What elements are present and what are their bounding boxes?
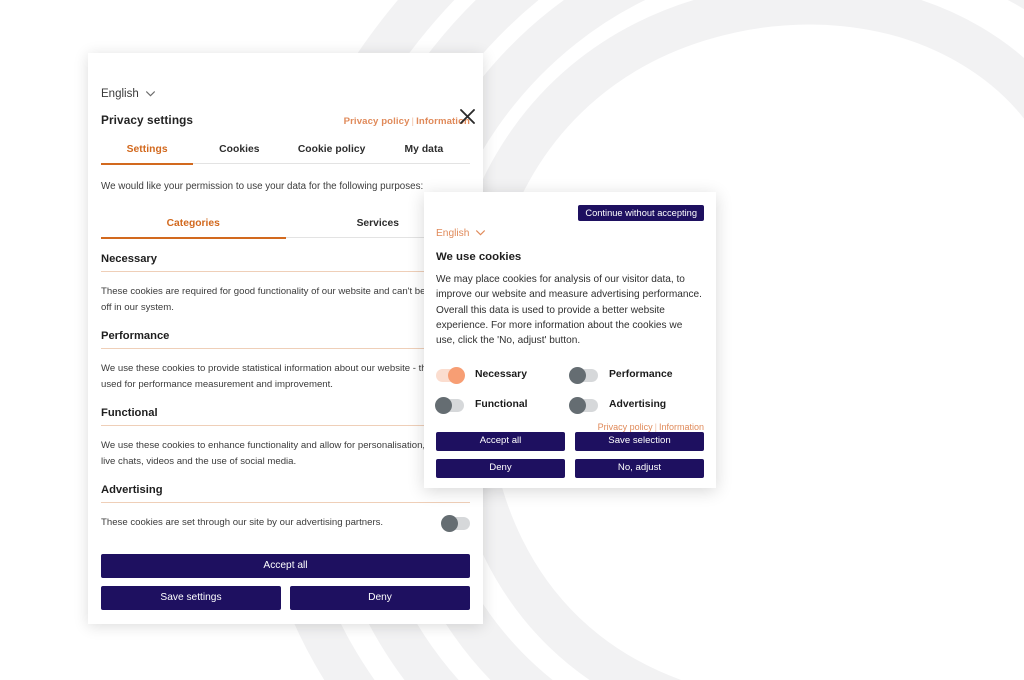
tab-cookies[interactable]: Cookies (193, 144, 285, 163)
category-title: Necessary (101, 253, 470, 273)
privacy-policy-link[interactable]: Privacy policy (598, 422, 653, 432)
category-advertising: Advertising These cookies are set throug… (101, 484, 470, 533)
toggle-knob (569, 396, 586, 414)
sub-tabs: Categories Services (101, 218, 470, 239)
language-label: English (101, 88, 139, 100)
category-title: Advertising (101, 484, 470, 504)
privacy-policy-link[interactable]: Privacy policy (344, 116, 410, 127)
toggle-necessary[interactable] (436, 366, 465, 384)
deny-button[interactable]: Deny (436, 458, 565, 478)
link-separator: | (654, 422, 657, 432)
no-adjust-button[interactable]: No, adjust (575, 458, 704, 478)
category-title: Functional (101, 407, 470, 427)
page-title: Privacy settings (101, 113, 194, 127)
accept-all-button[interactable]: Accept all (436, 431, 565, 451)
cookie-banner-dialog: Continue without accepting Privacy polic… (424, 192, 716, 488)
continue-without-accepting-button[interactable]: Continue without accepting (578, 205, 704, 221)
toggle-label: Functional (475, 398, 528, 410)
consent-item-functional: Functional (435, 396, 570, 414)
category-description: We use these cookies to enhance function… (101, 440, 461, 467)
banner-button-grid: Accept all Save selection Deny No, adjus… (436, 431, 704, 478)
tab-settings[interactable]: Settings (101, 144, 193, 163)
dialog-header: Privacy settings Privacy policy | Informat… (101, 113, 470, 127)
toggle-knob (448, 366, 465, 384)
chevron-down-icon (476, 228, 486, 239)
deny-button[interactable]: Deny (290, 585, 470, 610)
toggle-label: Performance (609, 368, 673, 380)
close-icon (459, 108, 476, 125)
category-title: Performance (101, 330, 470, 350)
toggle-knob (569, 366, 586, 384)
chevron-down-icon (145, 88, 155, 100)
save-selection-button[interactable]: Save selection (575, 431, 704, 451)
link-separator: | (411, 116, 415, 127)
banner-header-links: Privacy policy | Information (598, 422, 704, 432)
category-functional: Functional We use these cookies to enhan… (101, 407, 470, 469)
close-button[interactable] (454, 103, 480, 129)
toggle-advertising[interactable] (441, 515, 470, 533)
language-selector[interactable]: English (101, 88, 155, 100)
consent-item-necessary: Necessary (436, 366, 570, 384)
category-description: These cookies are set through our site b… (101, 517, 384, 529)
category-performance: Performance We use these cookies to prov… (101, 330, 470, 392)
save-settings-button[interactable]: Save settings (101, 585, 281, 610)
intro-text: We would like your permission to use you… (101, 181, 424, 192)
toggle-knob (435, 396, 452, 414)
category-description: We use these cookies to provide statisti… (101, 363, 454, 390)
toggle-label: Necessary (475, 368, 527, 380)
tab-cookie-policy[interactable]: Cookie policy (286, 144, 378, 163)
tab-my-data[interactable]: My data (378, 144, 470, 163)
accept-all-button[interactable]: Accept all (101, 553, 470, 578)
toggle-performance[interactable] (569, 366, 598, 384)
category-necessary: Necessary These cookies are required for… (101, 253, 470, 315)
consent-item-advertising: Advertising (569, 396, 704, 414)
subtab-categories[interactable]: Categories (101, 218, 286, 237)
consent-toggle-grid: Necessary Performance Functional Adverti… (435, 366, 704, 414)
toggle-advertising[interactable] (569, 396, 598, 414)
language-label: English (436, 228, 470, 239)
banner-body-text: We may place cookies for analysis of our… (436, 274, 702, 347)
language-selector[interactable]: English (436, 228, 486, 239)
information-link[interactable]: Information (659, 422, 704, 432)
header-links: Privacy policy | Information (344, 116, 470, 127)
footer-button-row: Save settings Deny (101, 585, 470, 610)
category-description: These cookies are required for good func… (101, 286, 466, 313)
banner-title: We use cookies (436, 251, 522, 263)
consent-item-performance: Performance (569, 366, 704, 384)
main-tabs: Settings Cookies Cookie policy My data (101, 144, 470, 165)
toggle-label: Advertising (609, 398, 667, 410)
toggle-functional[interactable] (435, 396, 464, 414)
